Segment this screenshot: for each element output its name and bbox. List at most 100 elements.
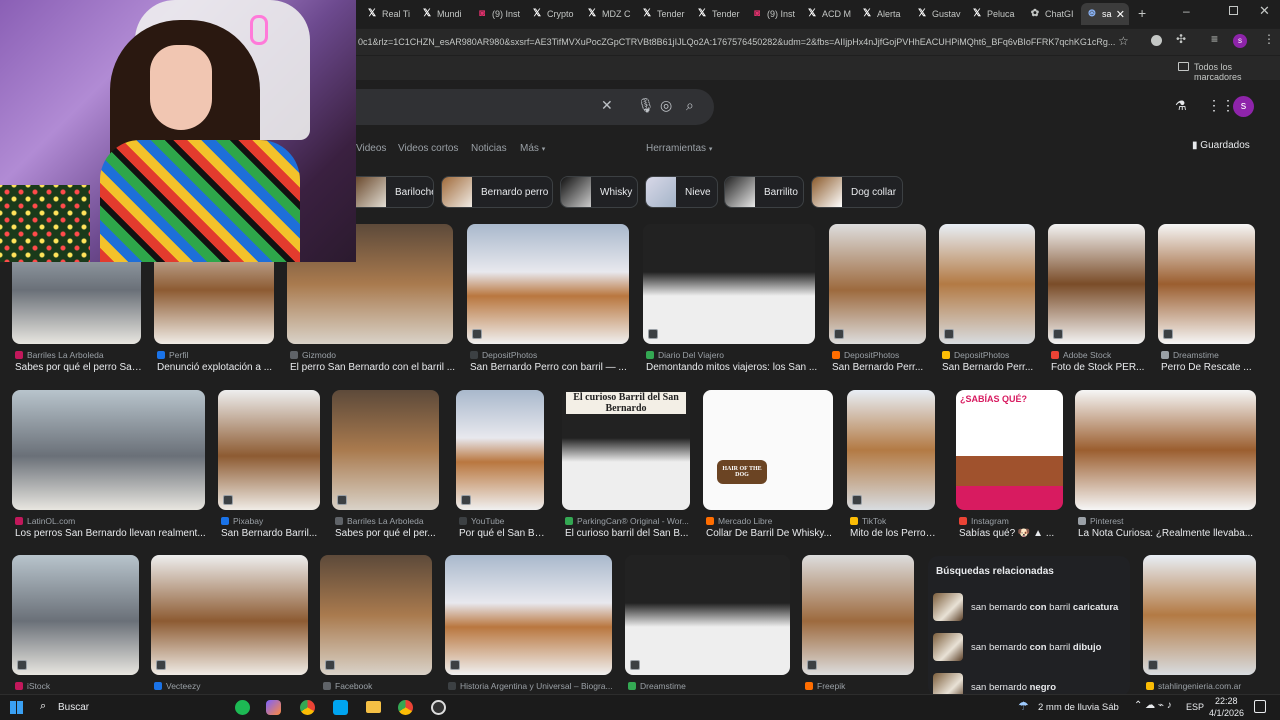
saved-link[interactable]: ▮ Guardados — [1192, 140, 1250, 151]
tab-13[interactable]: ⊛ sa ✕ — [1081, 3, 1129, 25]
minimize-button[interactable]: – — [1183, 4, 1190, 18]
taskbar-search-icon[interactable]: ⌕ — [40, 700, 46, 713]
bookmark-star-icon[interactable]: ☆ — [1118, 34, 1129, 48]
result-title[interactable]: Por qué el San Ber... — [459, 528, 547, 539]
result-title[interactable]: El curioso barril del San B... — [565, 528, 693, 539]
notification-icon[interactable] — [1254, 700, 1266, 713]
result-source[interactable]: Historia Argentina y Universal – Biogra.… — [448, 681, 615, 691]
result-image[interactable] — [939, 224, 1035, 344]
result-title[interactable]: Los perros San Bernardo llevan realment.… — [15, 528, 208, 539]
chip-bernardo-perro[interactable]: Bernardo perro — [441, 176, 553, 208]
result-title[interactable]: Denunció explotación a ... — [157, 362, 277, 373]
result-image[interactable] — [151, 555, 308, 675]
chrome-active-icon[interactable] — [398, 700, 413, 715]
account-avatar[interactable]: s — [1233, 96, 1254, 117]
result-source[interactable]: iStock — [15, 681, 142, 691]
taskbar-search[interactable]: Buscar — [58, 702, 89, 713]
result-image[interactable] — [456, 390, 544, 510]
result-title[interactable]: Sabes por qué el perro San ... — [15, 362, 144, 373]
chip-barrilito[interactable]: Barrilito — [724, 176, 804, 208]
clear-icon[interactable]: ✕ — [601, 97, 613, 114]
result-source[interactable]: Pixabay — [221, 516, 323, 526]
result-source[interactable]: DepositPhotos — [832, 350, 929, 360]
tab-8[interactable]: 𝕏 ACD M — [801, 3, 854, 25]
address-url[interactable]: 0c1&rlz=1C1CHZN_esAR980AR980&sxsrf=AE3Ti… — [358, 37, 1115, 47]
extension-icon[interactable] — [1151, 35, 1162, 46]
puzzle-icon[interactable]: ✣ — [1176, 32, 1186, 46]
file-explorer-icon[interactable] — [366, 701, 381, 713]
result-source[interactable]: Facebook — [323, 681, 435, 691]
result-source[interactable]: LatinOL.com — [15, 516, 208, 526]
related-search-item[interactable]: san bernardo con barril caricatura — [933, 592, 1118, 622]
apps-grid-icon[interactable]: ⋮⋮ — [1207, 97, 1235, 114]
result-source[interactable]: stahlingenieria.com.ar — [1146, 681, 1259, 691]
copilot-icon[interactable] — [266, 700, 281, 715]
result-image[interactable] — [320, 555, 432, 675]
result-title[interactable]: San Bernardo Barril... — [221, 528, 323, 539]
result-source[interactable]: Freepik — [805, 681, 917, 691]
tab-0[interactable]: 𝕏 Real Ti — [361, 3, 414, 25]
result-image[interactable] — [12, 555, 139, 675]
result-image[interactable] — [1075, 390, 1256, 510]
chrome-icon[interactable] — [300, 700, 315, 715]
result-source[interactable]: Barriles La Arboleda — [15, 350, 144, 360]
result-image[interactable]: El curioso Barril del San Bernardo — [562, 390, 690, 510]
result-source[interactable]: DepositPhotos — [942, 350, 1038, 360]
result-source[interactable]: Instagram — [959, 516, 1066, 526]
result-source[interactable]: ParkingCan® Original - Wor... — [565, 516, 693, 526]
result-title[interactable]: San Bernardo Perr... — [942, 362, 1038, 373]
result-image[interactable] — [467, 224, 629, 344]
tab-9[interactable]: 𝕏 Alerta — [856, 3, 909, 25]
result-image[interactable] — [625, 555, 790, 675]
tab-1[interactable]: 𝕏 Mundi — [416, 3, 469, 25]
result-title[interactable]: Foto de Stock PER... — [1051, 362, 1148, 373]
result-image[interactable]: HAIR OF THE DOG — [703, 390, 833, 510]
tab-12[interactable]: ✿ ChatGI — [1024, 3, 1077, 25]
result-source[interactable]: Perfil — [157, 350, 277, 360]
result-title[interactable]: Collar De Barril De Whisky... — [706, 528, 836, 539]
all-bookmarks-link[interactable]: Todos los marcadores — [1194, 62, 1280, 82]
result-title[interactable]: El perro San Bernardo con el barril ... — [290, 362, 456, 373]
result-title[interactable]: Sabes por qué el per... — [335, 528, 442, 539]
tab-6[interactable]: 𝕏 Tender — [691, 3, 744, 25]
tab-2[interactable]: ◙ (9) Inst — [471, 3, 524, 25]
tab-search-icon[interactable]: ≡ — [1211, 32, 1218, 46]
result-title[interactable]: San Bernardo Perro con barril — ... — [470, 362, 632, 373]
result-source[interactable]: YouTube — [459, 516, 547, 526]
weather-text[interactable]: 2 mm de lluvia Sáb — [1038, 702, 1119, 713]
result-image[interactable] — [1048, 224, 1145, 344]
spotify-icon[interactable] — [235, 700, 250, 715]
result-image[interactable]: ¿SABÍAS QUÉ? — [956, 390, 1063, 510]
result-source[interactable]: DepositPhotos — [470, 350, 632, 360]
app-icon[interactable] — [333, 700, 348, 715]
labs-icon[interactable]: ⚗ — [1175, 98, 1187, 114]
result-title[interactable]: La Nota Curiosa: ¿Realmente llevaba... — [1078, 528, 1259, 539]
result-image[interactable] — [643, 224, 815, 344]
tab-11[interactable]: 𝕏 Peluca — [966, 3, 1019, 25]
result-title[interactable]: Perro De Rescate ... — [1161, 362, 1258, 373]
nav-shorts[interactable]: Videos cortos — [398, 143, 458, 154]
camera-search-icon[interactable]: ◎ — [660, 97, 672, 114]
tray-icons[interactable]: ⌃ ☁ ⌁ ♪ — [1134, 700, 1172, 711]
microphone-icon[interactable]: 🎙 — [637, 97, 655, 114]
menu-icon[interactable]: ⋮ — [1263, 32, 1275, 46]
chip-dog-collar[interactable]: Dog collar — [811, 176, 903, 208]
tab-4[interactable]: 𝕏 MDZ C — [581, 3, 634, 25]
result-source[interactable]: Vecteezy — [154, 681, 311, 691]
result-image[interactable] — [1143, 555, 1256, 675]
address-bar[interactable]: 0c1&rlz=1C1CHZN_esAR980AR980&sxsrf=AE3Ti… — [356, 29, 1280, 55]
result-source[interactable]: Mercado Libre — [706, 516, 836, 526]
result-title[interactable]: San Bernardo Perr... — [832, 362, 929, 373]
result-title[interactable]: Demontando mitos viajeros: los San ... — [646, 362, 818, 373]
search-box[interactable]: ✕ 🎙 ◎ ⌕ — [356, 89, 714, 125]
windows-start-icon[interactable] — [10, 701, 23, 714]
result-image[interactable] — [847, 390, 935, 510]
nav-news[interactable]: Noticias — [471, 143, 507, 154]
result-image[interactable] — [1158, 224, 1255, 344]
new-tab-button[interactable]: + — [1138, 5, 1146, 21]
result-source[interactable]: TikTok — [850, 516, 938, 526]
search-icon[interactable]: ⌕ — [686, 97, 694, 114]
related-search-item[interactable]: san bernardo con barril dibujo — [933, 632, 1101, 662]
clock-date[interactable]: 4/1/2026 — [1209, 708, 1244, 718]
browser-avatar[interactable]: s — [1233, 34, 1247, 48]
